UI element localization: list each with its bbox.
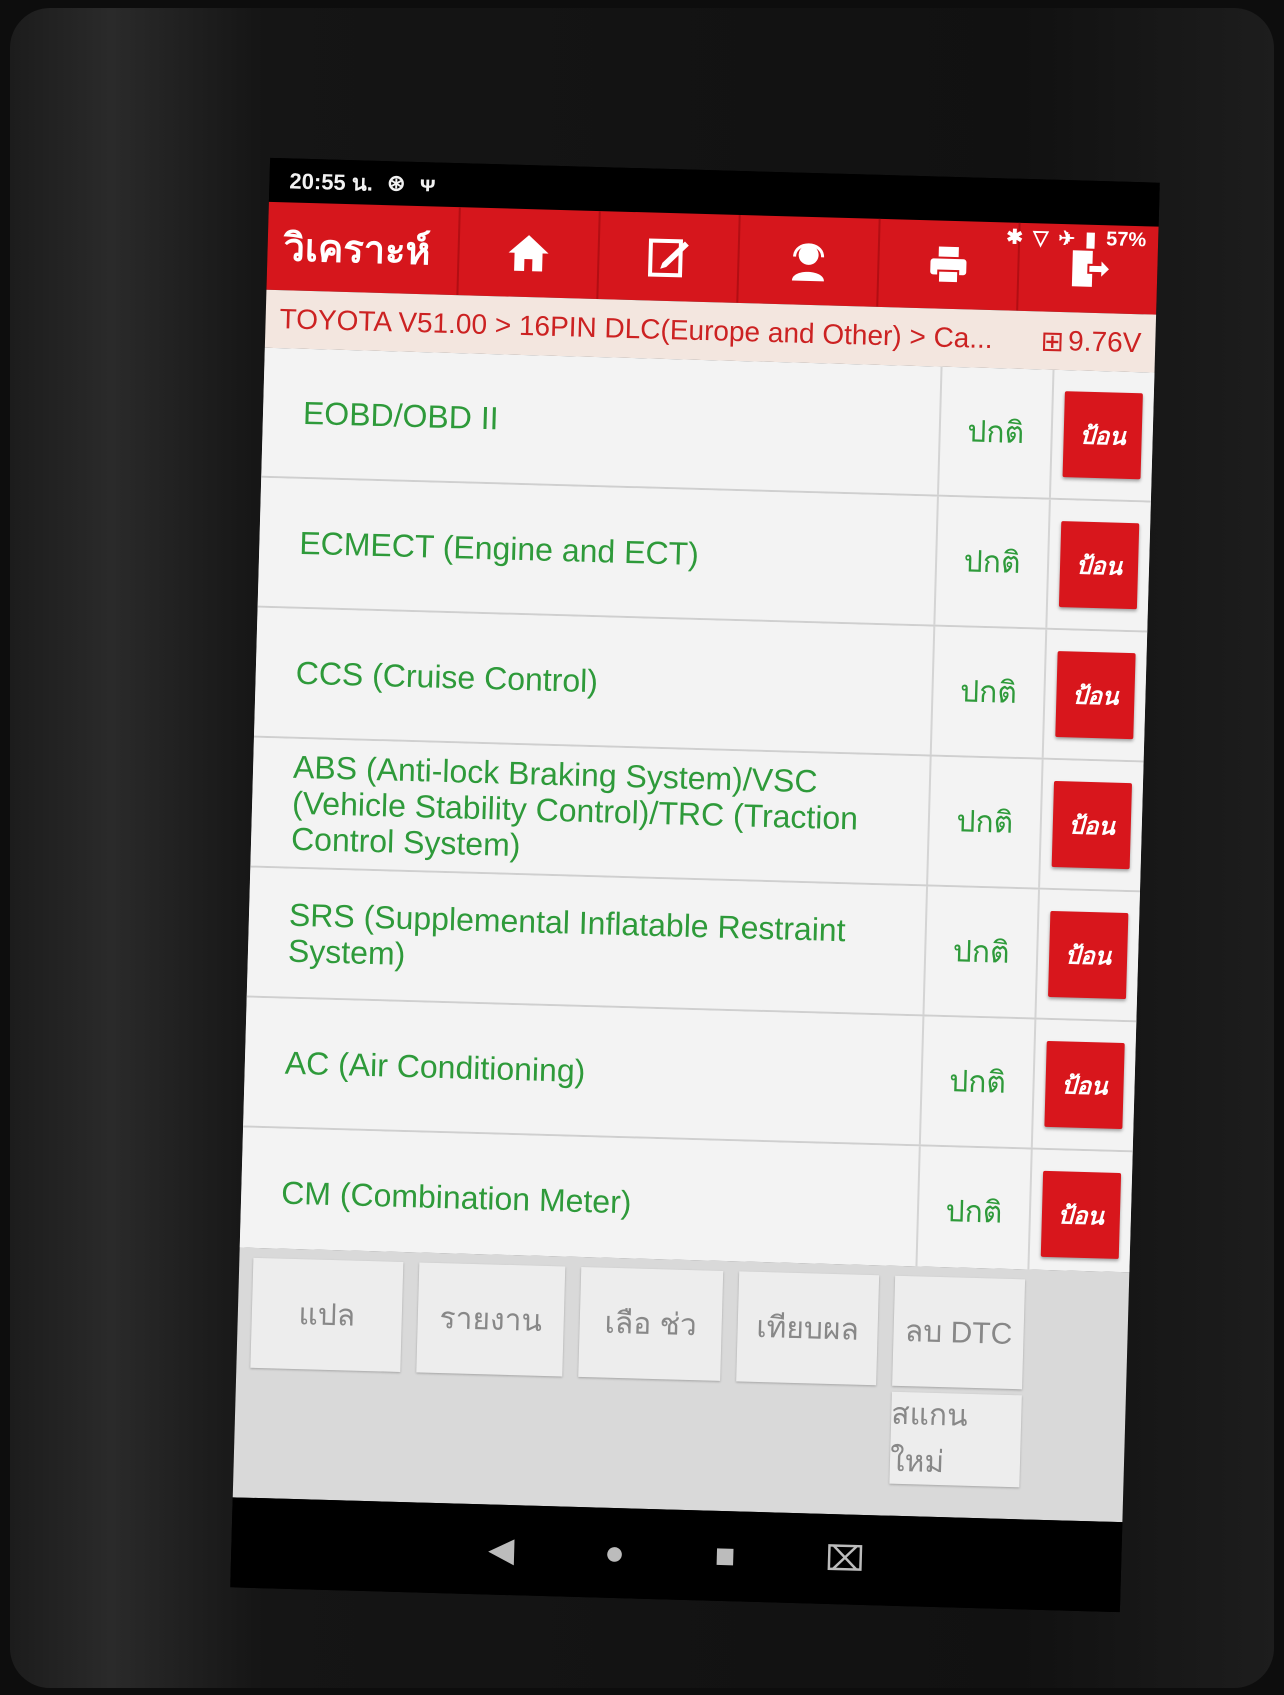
system-row: ECMECT (Engine and ECT) ปกติ ป้อน xyxy=(257,477,1151,633)
system-row: EOBD/OBD II ปกติ ป้อน xyxy=(261,347,1155,503)
system-status: ปกติ xyxy=(931,626,1048,758)
system-row: CCS (Cruise Control) ปกติ ป้อน xyxy=(253,607,1148,763)
enter-button[interactable]: ป้อน xyxy=(1055,651,1136,740)
car-battery-icon: ⊞ xyxy=(1040,324,1065,357)
printer-icon xyxy=(930,246,967,285)
app-title: วิเคราะห์ xyxy=(283,226,432,273)
system-status: ปกติ xyxy=(924,886,1041,1018)
edit-icon xyxy=(647,238,689,278)
system-row: ABS (Anti-lock Braking System)/VSC (Vehi… xyxy=(250,737,1144,893)
battery-voltage: ⊞ 9.76V xyxy=(1040,324,1142,360)
battery-percent: 57% xyxy=(1105,228,1147,252)
enter-button[interactable]: ป้อน xyxy=(1044,1040,1125,1130)
enter-button[interactable]: ป้อน xyxy=(1062,391,1143,480)
system-status: ปกติ xyxy=(938,366,1055,498)
rescan-button[interactable]: สแกนใหม่ xyxy=(889,1391,1022,1488)
system-name: AC (Air Conditioning) xyxy=(243,997,925,1145)
system-name: CCS (Cruise Control) xyxy=(253,607,936,755)
edit-button[interactable] xyxy=(596,211,739,303)
compare-button[interactable]: เทียบผล xyxy=(736,1271,880,1386)
action-bar: แปล รายงาน เลือ ช่ว เทียบผล ลบ DTC สแกนใ… xyxy=(232,1247,1130,1523)
device-screen: 20:55 น. ⊛ ᴪ วิเคราะห์ ✱ ▽ ✈ ▮ 57% TOYOT… xyxy=(230,157,1160,1613)
enter-button[interactable]: ป้อน xyxy=(1058,521,1140,610)
home-button[interactable] xyxy=(456,207,599,300)
print-button[interactable] xyxy=(876,218,1019,311)
enter-button[interactable]: ป้อน xyxy=(1040,1170,1122,1259)
settings-status-icon: ⊛ xyxy=(386,170,406,196)
voltage-value: 9.76V xyxy=(1067,325,1142,359)
status-time: 20:55 น. xyxy=(289,167,374,196)
help-button[interactable]: เลือ ช่ว xyxy=(578,1266,724,1381)
translate-button[interactable]: แปล xyxy=(250,1257,404,1372)
system-name: EOBD/OBD II xyxy=(261,347,943,495)
breadcrumb-path: TOYOTA V51.00 > 16PIN DLC(Europe and Oth… xyxy=(279,303,994,355)
system-row: AC (Air Conditioning) ปกติ ป้อน xyxy=(243,997,1137,1153)
diagnostic-status-icon: ᴪ xyxy=(419,171,437,197)
bluetooth-icon: ✱ xyxy=(1005,226,1024,249)
home-nav-icon[interactable]: ● xyxy=(604,1533,626,1573)
enter-button[interactable]: ป้อน xyxy=(1051,780,1133,870)
screenshot-icon[interactable]: ⌧ xyxy=(825,1539,865,1580)
home-icon xyxy=(508,235,549,272)
system-list: EOBD/OBD II ปกติ ป้อน ECMECT (Engine and… xyxy=(239,347,1155,1273)
system-indicators: ✱ ▽ ✈ ▮ 57% xyxy=(1006,224,1147,253)
clear-dtc-button[interactable]: ลบ DTC xyxy=(892,1275,1026,1390)
back-icon[interactable]: ◀ xyxy=(488,1529,515,1570)
wifi-icon: ▽ xyxy=(1032,227,1049,250)
system-name: ECMECT (Engine and ECT) xyxy=(257,477,939,625)
battery-icon: ▮ xyxy=(1084,228,1097,251)
system-name: ABS (Anti-lock Braking System)/VSC (Vehi… xyxy=(250,737,932,885)
airplane-icon: ✈ xyxy=(1058,227,1076,251)
enter-button[interactable]: ป้อน xyxy=(1048,910,1129,1000)
system-status: ปกติ xyxy=(935,496,1051,628)
system-status: ปกติ xyxy=(928,756,1044,888)
system-status: ปกติ xyxy=(917,1146,1033,1273)
support-button[interactable] xyxy=(736,214,879,307)
recents-icon[interactable]: ■ xyxy=(714,1536,736,1576)
support-icon xyxy=(791,243,825,282)
system-row: SRS (Supplemental Inflatable Restraint S… xyxy=(246,867,1140,1023)
report-button[interactable]: รายงาน xyxy=(416,1262,566,1377)
system-status: ปกติ xyxy=(920,1016,1037,1148)
system-name: SRS (Supplemental Inflatable Restraint S… xyxy=(246,867,929,1015)
